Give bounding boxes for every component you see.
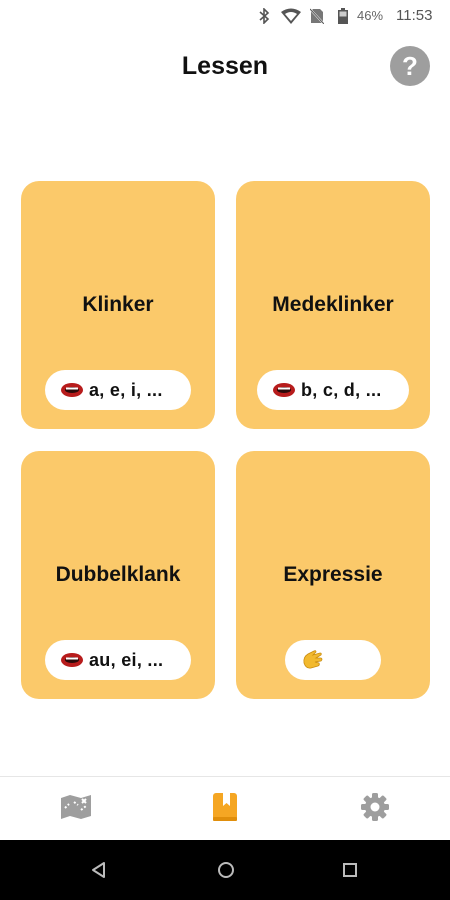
card-pill bbox=[285, 640, 381, 680]
card-pill-text: b, c, d, ... bbox=[301, 379, 382, 400]
status-bar: 46% 11:53 bbox=[0, 0, 450, 32]
question-mark-icon: ? bbox=[402, 51, 418, 81]
card-pill: a, e, i, ... bbox=[45, 370, 191, 410]
mouth-icon bbox=[61, 383, 83, 397]
recents-icon[interactable] bbox=[340, 860, 360, 880]
card-pill: b, c, d, ... bbox=[257, 370, 409, 410]
status-time: 11:53 bbox=[396, 7, 433, 24]
card-title: Expressie bbox=[283, 563, 383, 586]
system-navigation-bar bbox=[0, 840, 450, 900]
help-button[interactable]: ? bbox=[390, 46, 430, 86]
card-title: Medeklinker bbox=[272, 293, 394, 316]
lesson-card-expressie[interactable]: Expressie bbox=[236, 451, 430, 699]
nav-item-map[interactable] bbox=[56, 787, 96, 827]
bluetooth-icon bbox=[259, 8, 270, 24]
hand-icon bbox=[303, 650, 323, 669]
mouth-icon bbox=[273, 383, 295, 397]
lesson-card-dubbelklank[interactable]: Dubbelklank au, ei, ... bbox=[21, 451, 215, 699]
nav-item-settings[interactable] bbox=[355, 787, 395, 827]
lesson-card-medeklinker[interactable]: Medeklinker b, c, d, ... bbox=[236, 181, 430, 429]
bottom-navigation bbox=[0, 776, 450, 840]
wifi-icon bbox=[281, 8, 301, 24]
nav-item-lessons[interactable] bbox=[205, 787, 245, 827]
battery-percentage: 46% bbox=[357, 8, 384, 23]
page-title: Lessen bbox=[181, 52, 269, 80]
battery-icon bbox=[338, 8, 348, 24]
back-icon[interactable] bbox=[89, 860, 109, 880]
card-pill: au, ei, ... bbox=[45, 640, 191, 680]
card-pill-text: a, e, i, ... bbox=[89, 379, 163, 400]
card-title: Dubbelklank bbox=[55, 563, 181, 586]
gear-icon bbox=[361, 793, 389, 821]
book-icon bbox=[213, 793, 237, 821]
no-sim-icon bbox=[310, 8, 324, 24]
lesson-card-klinker[interactable]: Klinker a, e, i, ... bbox=[21, 181, 215, 429]
map-icon bbox=[61, 795, 91, 819]
mouth-icon bbox=[61, 653, 83, 667]
card-pill-text: au, ei, ... bbox=[89, 649, 164, 670]
card-title: Klinker bbox=[82, 293, 154, 316]
home-icon[interactable] bbox=[216, 860, 236, 880]
